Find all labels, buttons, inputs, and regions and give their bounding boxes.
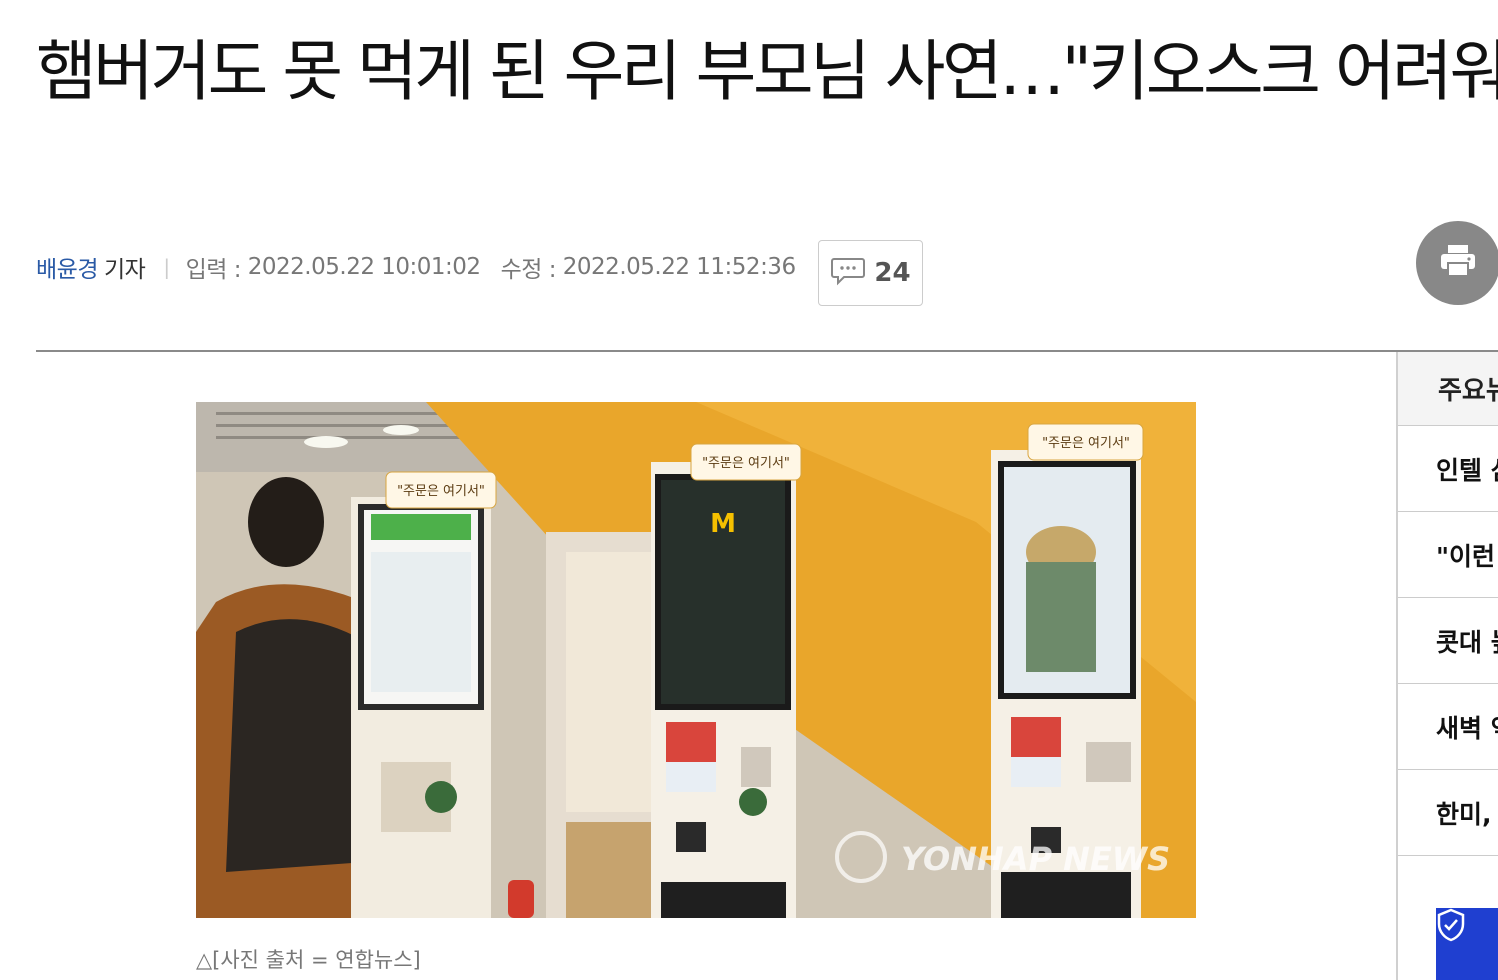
sidebar-header: 주요뉴스 — [1398, 352, 1498, 426]
svg-text:"주문은 여기서": "주문은 여기서" — [397, 484, 485, 499]
sidebar-news-item[interactable]: 새벽 억 — [1398, 684, 1498, 770]
article-photo: "주문은 여기서" M "주문은 여기서" "주문은 여기서" YONHAP N… — [196, 402, 1196, 918]
input-time: 2022.05.22 10:01:02 — [247, 254, 481, 280]
comment-button[interactable]: 24 — [818, 240, 923, 306]
modified-label: 수정 : — [500, 257, 557, 283]
sidebar-news-item[interactable]: "이런 — [1398, 512, 1498, 598]
sidebar-item-label: 한미, — [1436, 799, 1492, 829]
svg-text:M: M — [710, 509, 736, 539]
sidebar-news-item[interactable]: 콧대 높 — [1398, 598, 1498, 684]
photo-caption: △[사진 출처 = 연합뉴스] — [196, 948, 421, 972]
svg-text:"주문은 여기서": "주문은 여기서" — [1042, 436, 1130, 451]
reporter-title: 기자 — [103, 257, 146, 283]
modified-time: 2022.05.22 11:52:36 — [562, 254, 796, 280]
sidebar-top-news: 주요뉴스 인텔 삼 "이런 콧대 높 새벽 억 한미, — [1396, 352, 1498, 980]
sidebar-news-item[interactable]: 인텔 삼 — [1398, 426, 1498, 512]
reporter-name-link[interactable]: 배윤경 — [36, 250, 98, 284]
sidebar-item-label: 새벽 억 — [1436, 713, 1498, 743]
comment-bubble-icon — [830, 256, 866, 290]
svg-text:YONHAP NEWS: YONHAP NEWS — [901, 840, 1170, 878]
article-headline: 햄버거도 못 먹게 된 우리 부모님 사연…"키오스크 어려워" — [36, 33, 1498, 110]
input-label: 입력 : — [185, 257, 242, 283]
article-meta: 배윤경 기자 | 입력 : 2022.05.22 10:01:02 수정 : 2… — [36, 250, 816, 284]
svg-text:"주문은 여기서": "주문은 여기서" — [702, 456, 790, 471]
header-divider — [36, 350, 1498, 352]
sidebar-item-label: 인텔 삼 — [1436, 455, 1498, 485]
comment-count: 24 — [874, 258, 911, 288]
shield-icon — [1436, 908, 1466, 946]
sidebar-item-label: 콧대 높 — [1436, 627, 1498, 657]
sidebar-ad-banner[interactable] — [1436, 908, 1498, 980]
print-button[interactable] — [1416, 221, 1498, 305]
printer-icon — [1438, 243, 1478, 283]
sidebar-item-label: "이런 — [1436, 541, 1496, 571]
meta-separator: | — [163, 255, 170, 279]
sidebar-news-item[interactable]: 한미, — [1398, 770, 1498, 856]
